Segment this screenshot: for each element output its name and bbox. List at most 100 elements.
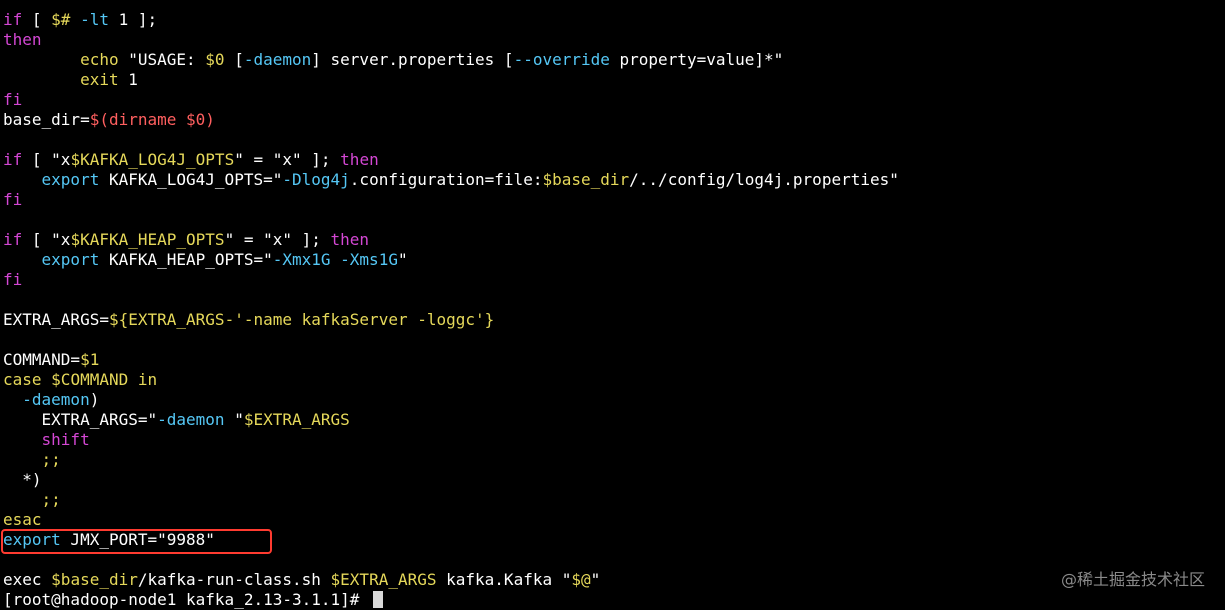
terminal-cursor bbox=[373, 591, 384, 608]
code-token: property=value]*" bbox=[609, 50, 784, 69]
terminal-line: shift bbox=[3, 430, 1223, 450]
code-token: $base_dir bbox=[542, 170, 630, 189]
terminal-line: export KAFKA_LOG4J_OPTS="-Dlog4j.configu… bbox=[3, 170, 1223, 190]
code-token: JMX_PORT="9988" bbox=[60, 530, 215, 549]
code-token: KAFKA_LOG4J_OPTS=" bbox=[99, 170, 283, 189]
code-token: $base_dir bbox=[51, 570, 138, 589]
code-token: -Xms1G bbox=[340, 250, 398, 269]
code-token: esac bbox=[3, 510, 42, 529]
code-token: EXTRA_ARGS=" bbox=[3, 410, 158, 429]
code-token: KAFKA_HEAP_OPTS=" bbox=[99, 250, 273, 269]
code-token: exit bbox=[80, 70, 119, 89]
code-token: " bbox=[590, 570, 601, 589]
code-token: $(dirname $0) bbox=[89, 110, 215, 129]
code-token: -daemon bbox=[22, 390, 90, 409]
terminal-line: EXTRA_ARGS=${EXTRA_ARGS-'-name kafkaServ… bbox=[3, 310, 1223, 330]
code-token: EXTRA_ARGS= bbox=[3, 310, 109, 329]
terminal-line: if [ "x$KAFKA_LOG4J_OPTS" = "x" ]; then bbox=[3, 150, 1223, 170]
code-token: -daemon bbox=[243, 50, 312, 69]
code-token: if bbox=[3, 10, 23, 29]
terminal-output[interactable]: if [ $# -lt 1 ]; then echo "USAGE: $0 [-d… bbox=[3, 10, 1223, 610]
code-token: /../config/log4j.properties" bbox=[629, 170, 899, 189]
terminal-line: *) bbox=[3, 470, 1223, 490]
terminal-line: fi bbox=[3, 270, 1223, 290]
code-token: " bbox=[397, 250, 408, 269]
code-token: then bbox=[3, 30, 42, 49]
code-token: $@ bbox=[571, 570, 591, 589]
code-token: [ bbox=[224, 50, 244, 69]
code-token: export bbox=[41, 170, 100, 189]
terminal-line: fi bbox=[3, 90, 1223, 110]
code-token: $KAFKA_LOG4J_OPTS bbox=[70, 150, 235, 169]
code-token: $KAFKA_HEAP_OPTS bbox=[70, 230, 225, 249]
code-token: --override bbox=[513, 50, 610, 69]
code-token: $EXTRA_ARGS bbox=[330, 570, 437, 589]
terminal-line: exec $base_dir/kafka-run-class.sh $EXTRA… bbox=[3, 570, 1223, 590]
code-token: ;; bbox=[41, 490, 61, 509]
watermark: @稀土掘金技术社区 bbox=[1060, 570, 1205, 589]
terminal-line: ;; bbox=[3, 490, 1223, 510]
code-token: echo bbox=[80, 50, 119, 69]
code-token: ;; bbox=[41, 450, 61, 469]
code-token: export bbox=[41, 250, 100, 269]
code-token: if bbox=[3, 150, 23, 169]
code-token: -Dlog4j bbox=[282, 170, 350, 189]
code-token: fi bbox=[3, 270, 23, 289]
code-token: 1 ]; bbox=[108, 10, 158, 29]
terminal-line: exit 1 bbox=[3, 70, 1223, 90]
code-token: 1 bbox=[118, 70, 138, 89]
code-token: " = "x" ]; bbox=[234, 150, 341, 169]
code-token: kafka.Kafka " bbox=[436, 570, 572, 589]
terminal-line: COMMAND=$1 bbox=[3, 350, 1223, 370]
code-token: ${EXTRA_ARGS-'-name kafkaServer -loggc'} bbox=[108, 310, 495, 329]
code-token: fi bbox=[3, 190, 23, 209]
code-token: shift bbox=[41, 430, 90, 449]
code-token: $0 bbox=[205, 50, 225, 69]
code-token: -Xmx1G bbox=[272, 250, 331, 269]
code-token: case bbox=[3, 370, 42, 389]
code-token: /kafka-run-class.sh bbox=[137, 570, 331, 589]
terminal-line: -daemon) bbox=[3, 390, 1223, 410]
code-token: [root@hadoop-node1 kafka_2.13-3.1.1]# bbox=[3, 590, 370, 609]
terminal-line: fi bbox=[3, 190, 1223, 210]
terminal-line: echo "USAGE: $0 [-daemon] server.propert… bbox=[3, 50, 1223, 70]
code-token: ] server.properties [ bbox=[311, 50, 514, 69]
code-token: $EXTRA_ARGS bbox=[243, 410, 350, 429]
terminal-line: export KAFKA_HEAP_OPTS="-Xmx1G -Xms1G" bbox=[3, 250, 1223, 270]
code-token: $# bbox=[51, 10, 71, 29]
code-token: *) bbox=[3, 470, 42, 489]
terminal-line: esac bbox=[3, 510, 1223, 530]
code-token: fi bbox=[3, 90, 23, 109]
terminal-line: base_dir=$(dirname $0) bbox=[3, 110, 1223, 130]
code-token: COMMAND= bbox=[3, 350, 81, 369]
terminal-line: case $COMMAND in bbox=[3, 370, 1223, 390]
code-token: ) bbox=[89, 390, 100, 409]
terminal-line: if [ "x$KAFKA_HEAP_OPTS" = "x" ]; then bbox=[3, 230, 1223, 250]
code-token: -daemon bbox=[157, 410, 225, 429]
terminal-line: [root@hadoop-node1 kafka_2.13-3.1.1]# bbox=[3, 590, 1223, 610]
code-token: base_dir= bbox=[3, 110, 90, 129]
code-token: " bbox=[224, 410, 244, 429]
code-token: "USAGE: bbox=[118, 50, 206, 69]
code-token: -lt bbox=[80, 10, 109, 29]
code-token: .configuration=file: bbox=[349, 170, 543, 189]
code-token: if bbox=[3, 230, 23, 249]
terminal-line: export JMX_PORT="9988" bbox=[3, 530, 1223, 550]
terminal-line: then bbox=[3, 30, 1223, 50]
code-token: [ "x bbox=[22, 230, 71, 249]
